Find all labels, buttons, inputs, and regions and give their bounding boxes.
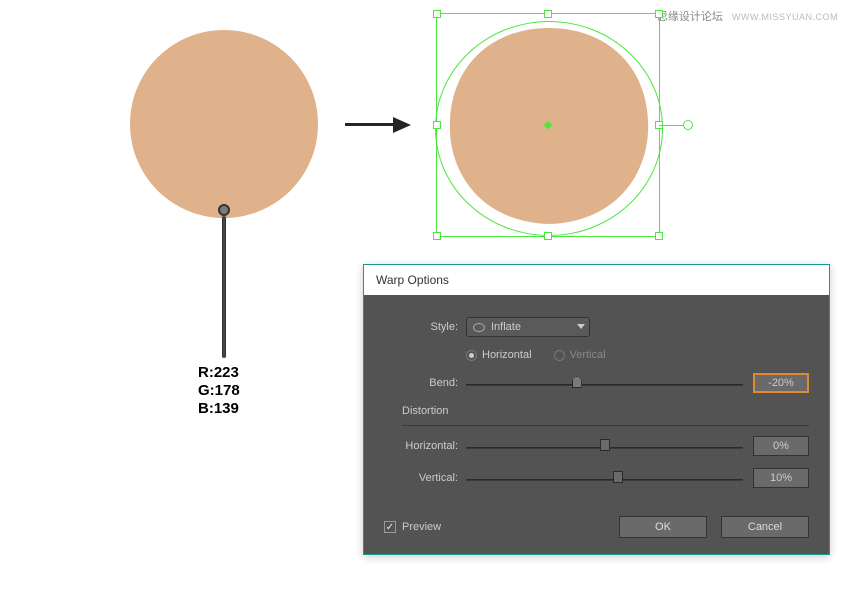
orientation-horizontal-label: Horizontal	[482, 349, 532, 361]
watermark-cn: 思缘设计论坛	[657, 11, 723, 23]
source-circle	[130, 30, 318, 218]
selection-bounding-box[interactable]	[436, 13, 660, 237]
radio-icon	[466, 350, 477, 361]
slider-thumb-icon[interactable]	[572, 376, 582, 388]
rotate-handle[interactable]	[683, 120, 693, 130]
distortion-v-label: Vertical:	[384, 472, 458, 484]
inflate-icon	[473, 323, 485, 332]
watermark: 思缘设计论坛 WWW.MISSYUAN.COM	[657, 8, 838, 24]
preview-label: Preview	[402, 521, 441, 533]
arrow-icon	[345, 116, 411, 134]
color-readout: R:223 G:178 B:139	[198, 364, 240, 418]
style-dropdown[interactable]: Inflate	[466, 317, 590, 337]
distortion-v-value-input[interactable]: 10%	[753, 468, 809, 488]
distortion-v-row: Vertical: 10%	[384, 468, 809, 488]
anchor-point-icon	[218, 204, 230, 216]
distortion-v-slider[interactable]	[466, 469, 743, 487]
distortion-h-label: Horizontal:	[384, 440, 458, 452]
watermark-url: WWW.MISSYUAN.COM	[732, 12, 838, 22]
resize-handle-tm[interactable]	[544, 10, 552, 18]
color-b: B:139	[198, 400, 240, 418]
bend-label: Bend:	[384, 377, 458, 389]
bend-value-input[interactable]: -20%	[753, 373, 809, 393]
distortion-h-slider[interactable]	[466, 437, 743, 455]
leader-line	[222, 216, 226, 358]
dialog-title: Warp Options	[364, 265, 829, 295]
resize-handle-tr[interactable]	[655, 10, 663, 18]
distortion-h-value-input[interactable]: 0%	[753, 436, 809, 456]
preview-checkbox[interactable]: ✓ Preview	[384, 521, 441, 533]
warp-options-dialog: Warp Options Style: Inflate Horizontal V…	[363, 264, 830, 555]
dialog-body: Style: Inflate Horizontal Vertical Bend:	[364, 295, 829, 554]
orientation-vertical-radio[interactable]: Vertical	[554, 349, 606, 361]
cancel-button[interactable]: Cancel	[721, 516, 809, 538]
color-g: G:178	[198, 382, 240, 400]
rotate-arm	[659, 125, 683, 126]
bend-slider[interactable]	[466, 374, 743, 392]
resize-handle-ml[interactable]	[433, 121, 441, 129]
divider	[402, 425, 809, 426]
orientation-row: Horizontal Vertical	[384, 349, 809, 361]
resize-handle-bl[interactable]	[433, 232, 441, 240]
ok-button[interactable]: OK	[619, 516, 707, 538]
style-label: Style:	[384, 321, 458, 333]
orientation-vertical-label: Vertical	[570, 349, 606, 361]
orientation-horizontal-radio[interactable]: Horizontal	[466, 349, 532, 361]
resize-handle-bm[interactable]	[544, 232, 552, 240]
style-value: Inflate	[491, 321, 521, 333]
distortion-h-row: Horizontal: 0%	[384, 436, 809, 456]
resize-handle-br[interactable]	[655, 232, 663, 240]
color-r: R:223	[198, 364, 240, 382]
radio-icon	[554, 350, 565, 361]
slider-thumb-icon[interactable]	[600, 439, 610, 451]
style-row: Style: Inflate	[384, 317, 809, 337]
chevron-down-icon	[577, 324, 585, 329]
slider-thumb-icon[interactable]	[613, 471, 623, 483]
resize-handle-tl[interactable]	[433, 10, 441, 18]
distortion-group-label: Distortion	[402, 405, 809, 417]
checkbox-icon: ✓	[384, 521, 396, 533]
bend-row: Bend: -20%	[384, 373, 809, 393]
